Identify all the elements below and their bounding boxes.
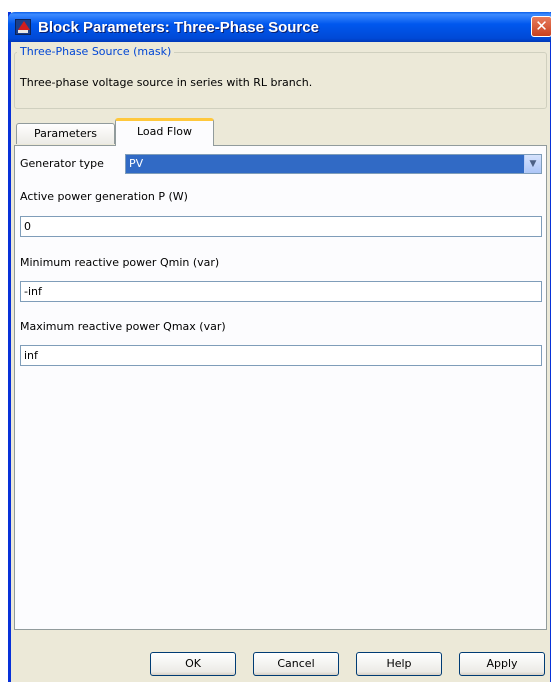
mask-description: Three-phase voltage source in series wit… <box>20 76 313 89</box>
tab-parameters[interactable]: Parameters <box>16 123 115 144</box>
close-button[interactable]: ✕ <box>531 16 551 37</box>
generator-type-label: Generator type <box>20 157 104 170</box>
cancel-button[interactable]: Cancel <box>253 652 339 676</box>
generator-type-value: PV <box>129 157 144 170</box>
mask-title: Three-Phase Source (mask) <box>17 45 175 58</box>
qmax-input[interactable]: inf <box>20 345 542 366</box>
dialog-window: Block Parameters: Three-Phase Source ✕ T… <box>8 12 551 682</box>
active-power-input[interactable]: 0 <box>20 216 542 237</box>
tab-strip: Parameters Load Flow <box>14 117 547 147</box>
tab-panel-load-flow: Generator type PV ▼ Active power generat… <box>14 145 547 630</box>
active-power-label: Active power generation P (W) <box>20 190 188 203</box>
qmin-input[interactable]: -inf <box>20 281 542 302</box>
close-icon: ✕ <box>535 17 548 35</box>
tab-load-flow[interactable]: Load Flow <box>115 118 214 146</box>
help-button[interactable]: Help <box>356 652 442 676</box>
ok-button[interactable]: OK <box>150 652 236 676</box>
qmax-label: Maximum reactive power Qmax (var) <box>20 320 226 333</box>
chevron-down-icon[interactable]: ▼ <box>524 155 541 173</box>
simulink-block-icon[interactable] <box>15 19 31 35</box>
qmin-label: Minimum reactive power Qmin (var) <box>20 256 220 269</box>
window-title: Block Parameters: Three-Phase Source <box>38 19 319 36</box>
title-bar[interactable]: Block Parameters: Three-Phase Source ✕ <box>8 12 551 42</box>
apply-button[interactable]: Apply <box>459 652 545 676</box>
mask-groupbox: Three-Phase Source (mask) Three-phase vo… <box>14 45 547 109</box>
generator-type-select[interactable]: PV ▼ <box>125 154 542 174</box>
